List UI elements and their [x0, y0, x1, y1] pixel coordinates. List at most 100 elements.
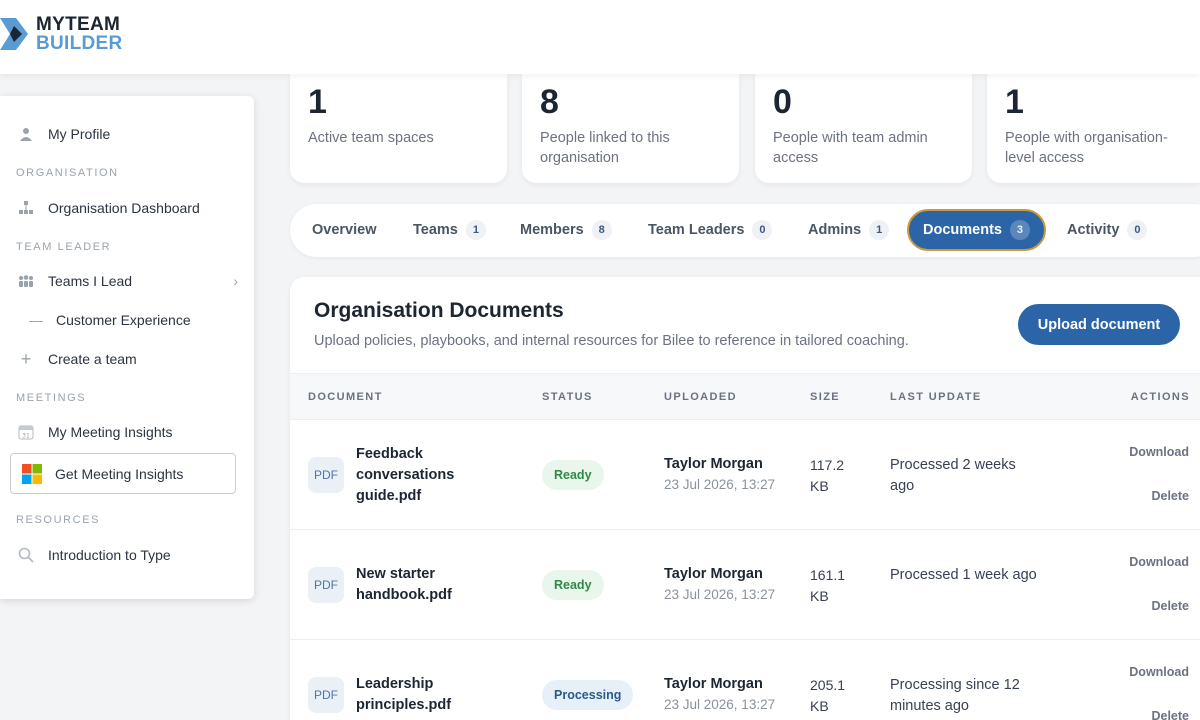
get-meeting-insights-label: Get Meeting Insights — [55, 465, 184, 482]
tab-count-badge: 3 — [1009, 220, 1030, 240]
stat-label: Active team spaces — [308, 130, 434, 146]
tab-members[interactable]: Members 8 — [520, 209, 612, 251]
column-header-document: DOCUMENT — [308, 391, 383, 403]
uploader-name: Taylor Morgan — [664, 456, 763, 472]
documents-panel: Organisation Documents Upload policies, … — [290, 277, 1200, 720]
delete-button[interactable]: Delete — [1151, 599, 1189, 613]
download-button[interactable]: Download — [1129, 555, 1189, 569]
delete-button[interactable]: Delete — [1151, 489, 1189, 503]
stat-card-org-access: 1 People with organisation-level access — [987, 74, 1200, 183]
upload-date: 23 Jul 2026, 13:27 — [664, 697, 776, 712]
tab-label: Activity — [1067, 222, 1120, 238]
sidebar-item-label: Create a team — [48, 351, 137, 367]
sidebar-item-teams-i-lead[interactable]: Teams I Lead › — [16, 271, 238, 291]
tab-overview[interactable]: Overview — [312, 209, 377, 251]
upload-document-button[interactable]: Upload document — [1018, 304, 1180, 345]
document-name[interactable]: New starter handbook.pdf — [356, 564, 476, 606]
tab-activity[interactable]: Activity 0 — [1067, 209, 1148, 251]
tab-teams[interactable]: Teams 1 — [413, 209, 486, 251]
dash-icon: — — [29, 312, 43, 328]
sidebar-item-label: Customer Experience — [56, 312, 191, 328]
table-row: PDF Leadership principles.pdf Processing… — [290, 640, 1200, 720]
top-header: MYTEAM BUILDER — [0, 0, 1200, 74]
panel-title: Organisation Documents — [314, 299, 564, 322]
section-label-resources: RESOURCES — [16, 514, 101, 526]
brand-line-1: MYTEAM — [36, 14, 121, 35]
tab-label: Teams — [413, 222, 458, 238]
get-meeting-insights-button[interactable]: Get Meeting Insights — [10, 453, 236, 494]
tab-label: Documents — [923, 222, 1002, 238]
stat-card-team-admins: 0 People with team admin access — [755, 74, 972, 183]
sidebar-item-my-profile[interactable]: My Profile — [16, 124, 110, 144]
pdf-icon: PDF — [308, 677, 344, 713]
download-button[interactable]: Download — [1129, 665, 1189, 679]
status-badge: Ready — [542, 570, 604, 600]
table-row: PDF Feedback conversations guide.pdf Rea… — [290, 420, 1200, 530]
tab-documents[interactable]: Documents 3 — [907, 209, 1046, 251]
svg-text:31: 31 — [22, 433, 30, 440]
stat-value: 8 — [540, 83, 559, 121]
document-name[interactable]: Feedback conversations guide.pdf — [356, 444, 476, 507]
tab-team-leaders[interactable]: Team Leaders 0 — [648, 209, 773, 251]
section-label-meetings: MEETINGS — [16, 392, 87, 404]
delete-button[interactable]: Delete — [1151, 709, 1189, 720]
tab-label: Team Leaders — [648, 222, 745, 238]
tab-count-badge: 0 — [1127, 220, 1148, 240]
sidebar-item-label: Teams I Lead — [48, 273, 133, 289]
stat-value: 0 — [773, 83, 792, 121]
sidebar-item-label: Introduction to Type — [48, 547, 171, 563]
pdf-icon: PDF — [308, 457, 344, 493]
last-update: Processed 2 weeks ago — [890, 457, 1016, 494]
sidebar-item-org-dashboard[interactable]: Organisation Dashboard — [16, 198, 200, 218]
logo-icon — [0, 14, 32, 54]
pdf-icon: PDF — [308, 567, 344, 603]
stat-label: People linked to this organisation — [540, 130, 670, 166]
tab-admins[interactable]: Admins 1 — [808, 209, 890, 251]
column-header-actions: ACTIONS — [1130, 391, 1190, 403]
sidebar-item-create-team[interactable]: + Create a team — [16, 349, 137, 369]
tab-bar: Overview Teams 1 Members 8 Team Leaders … — [290, 204, 1200, 257]
microsoft-icon — [22, 463, 42, 484]
last-update: Processed 1 week ago — [890, 567, 1037, 583]
column-header-uploaded: UPLOADED — [664, 391, 737, 403]
status-badge: Ready — [542, 460, 604, 490]
file-size: 161.1 KB — [810, 567, 846, 604]
search-icon — [16, 545, 36, 565]
stat-label: People with organisation-level access — [1005, 130, 1168, 166]
org-chart-icon — [16, 198, 36, 218]
tab-label: Admins — [808, 222, 862, 238]
tab-label: Members — [520, 222, 584, 238]
tab-count-badge: 0 — [752, 220, 773, 240]
upload-date: 23 Jul 2026, 13:27 — [664, 587, 776, 602]
sidebar-item-intro-to-type[interactable]: Introduction to Type — [16, 545, 171, 565]
sidebar-item-label: My Profile — [48, 126, 111, 142]
plus-icon: + — [20, 348, 32, 369]
column-header-last-update: LAST UPDATE — [890, 391, 982, 403]
stat-card-people-linked: 8 People linked to this organisation — [522, 74, 739, 183]
download-button[interactable]: Download — [1129, 445, 1189, 459]
brand-logo[interactable]: MYTEAM BUILDER — [0, 14, 123, 54]
column-header-status: STATUS — [542, 391, 593, 403]
sidebar-item-label: Organisation Dashboard — [48, 200, 200, 216]
calendar-icon: 31 — [16, 422, 36, 442]
tab-label: Overview — [312, 222, 377, 238]
table-row: PDF New starter handbook.pdf Ready Taylo… — [290, 530, 1200, 640]
stat-card-team-spaces: 1 Active team spaces — [290, 74, 507, 183]
column-header-size: SIZE — [810, 391, 841, 403]
upload-date: 23 Jul 2026, 13:27 — [664, 477, 776, 492]
chevron-right-icon[interactable]: › — [233, 273, 238, 289]
section-label-team-leader: TEAM LEADER — [16, 241, 112, 253]
file-size: 205.1 KB — [810, 677, 846, 714]
tab-count-badge: 1 — [869, 220, 890, 240]
person-icon — [16, 124, 36, 144]
document-name[interactable]: Leadership principles.pdf — [356, 674, 476, 716]
uploader-name: Taylor Morgan — [664, 676, 763, 692]
sidebar-item-my-meeting-insights[interactable]: 31 My Meeting Insights — [16, 422, 173, 442]
table-header: DOCUMENT STATUS UPLOADED SIZE LAST UPDAT… — [290, 373, 1200, 420]
team-icon — [16, 271, 36, 291]
brand-line-2: BUILDER — [36, 33, 123, 54]
sidebar-item-label: My Meeting Insights — [48, 424, 173, 440]
stat-label: People with team admin access — [773, 130, 928, 166]
sidebar-item-customer-experience[interactable]: — Customer Experience — [26, 310, 191, 330]
stat-value: 1 — [308, 83, 327, 121]
